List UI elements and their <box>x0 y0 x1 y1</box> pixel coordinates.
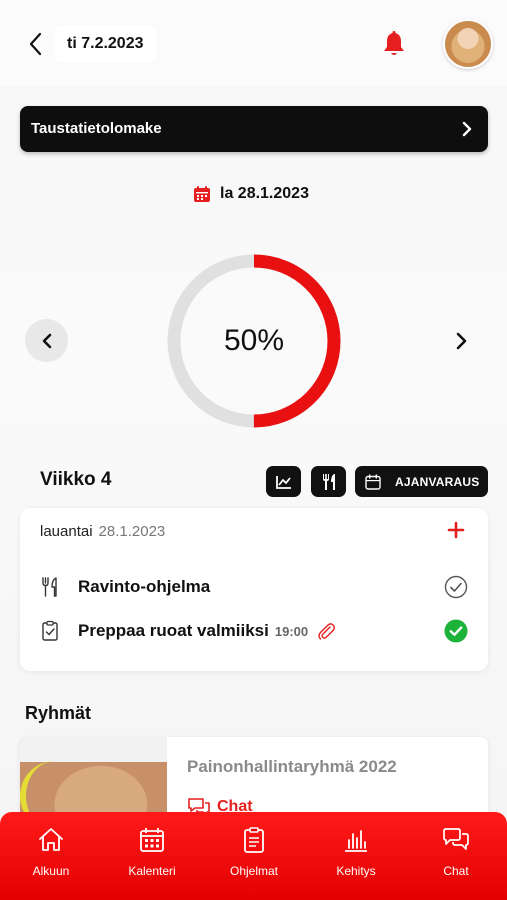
calendar-icon <box>194 186 210 202</box>
selected-day-date: la 28.1.2023 <box>220 185 309 202</box>
tab-label: Kalenteri <box>128 864 176 878</box>
fork-knife-icon <box>42 577 57 597</box>
calendar-icon <box>140 828 164 852</box>
list-item[interactable]: Ravinto-ohjelma <box>40 572 468 602</box>
bar-chart-icon <box>345 830 367 852</box>
tab-progress[interactable]: Kehitys <box>316 826 396 886</box>
tab-label: Chat <box>443 864 469 878</box>
booking-button[interactable]: AJANVARAUS <box>355 466 488 497</box>
tab-label: Alkuun <box>32 864 70 878</box>
avatar[interactable] <box>443 19 493 69</box>
clipboard-icon <box>42 620 58 641</box>
chevron-left-icon <box>29 32 42 56</box>
bottom-tab-bar: Alkuun Kalenteri Ohjelmat Kehitys Chat <box>0 812 507 900</box>
tab-calendar[interactable]: Kalenteri <box>112 826 192 886</box>
checkmark-filled-icon[interactable] <box>444 619 468 643</box>
progress-percent: 50% <box>223 324 285 357</box>
checkmark-outline-icon[interactable] <box>444 575 468 599</box>
tab-programs[interactable]: Ohjelmat <box>214 826 294 886</box>
selected-day: la 28.1.2023 <box>193 182 309 206</box>
day-name: lauantai <box>40 523 93 540</box>
nutrition-button[interactable] <box>311 466 346 497</box>
plus-icon[interactable] <box>446 520 466 540</box>
bell-icon <box>384 31 404 55</box>
progress-chart-button[interactable] <box>266 466 301 497</box>
chevron-right-icon <box>456 332 467 350</box>
clipboard-icon <box>244 827 264 853</box>
tab-chat[interactable]: Chat <box>416 826 496 886</box>
background-form-banner[interactable]: Taustatietolomake <box>20 106 488 152</box>
chevron-right-icon <box>462 121 472 137</box>
tab-label: Ohjelmat <box>229 864 279 878</box>
next-day-button[interactable] <box>449 328 473 354</box>
banner-label: Taustatietolomake <box>31 120 162 137</box>
header-date: ti 7.2.2023 <box>55 26 156 62</box>
day-card: lauantai 28.1.2023 Ravinto-ohjelma Preppa… <box>20 508 488 671</box>
line-chart-icon <box>275 475 291 489</box>
item-time: 19:00 <box>274 623 309 639</box>
item-title: Ravinto-ohjelma <box>78 577 211 596</box>
chevron-left-icon <box>42 333 51 348</box>
home-icon <box>39 828 63 851</box>
top-bar: ti 7.2.2023 <box>0 0 507 86</box>
group-name: Painonhallintaryhmä 2022 <box>187 757 397 776</box>
calendar-icon <box>365 474 381 490</box>
back-button[interactable] <box>24 30 48 58</box>
tab-label: Kehitys <box>336 864 376 878</box>
fork-knife-icon <box>322 473 335 490</box>
tab-home[interactable]: Alkuun <box>11 826 91 886</box>
booking-label: AJANVARAUS <box>395 474 480 489</box>
previous-day-button[interactable] <box>25 319 68 362</box>
notifications-button[interactable] <box>381 30 407 58</box>
day-date: 28.1.2023 <box>98 523 166 540</box>
week-title: Viikko 4 <box>40 469 112 490</box>
item-title: Preppaa ruoat valmiiksi <box>78 621 269 640</box>
list-item[interactable]: Preppaa ruoat valmiiksi 19:00 <box>40 616 468 646</box>
chat-bubbles-icon <box>443 828 469 850</box>
paperclip-icon <box>318 623 336 640</box>
day-card-header: lauantai 28.1.2023 <box>40 523 165 540</box>
groups-title: Ryhmät <box>25 703 92 723</box>
